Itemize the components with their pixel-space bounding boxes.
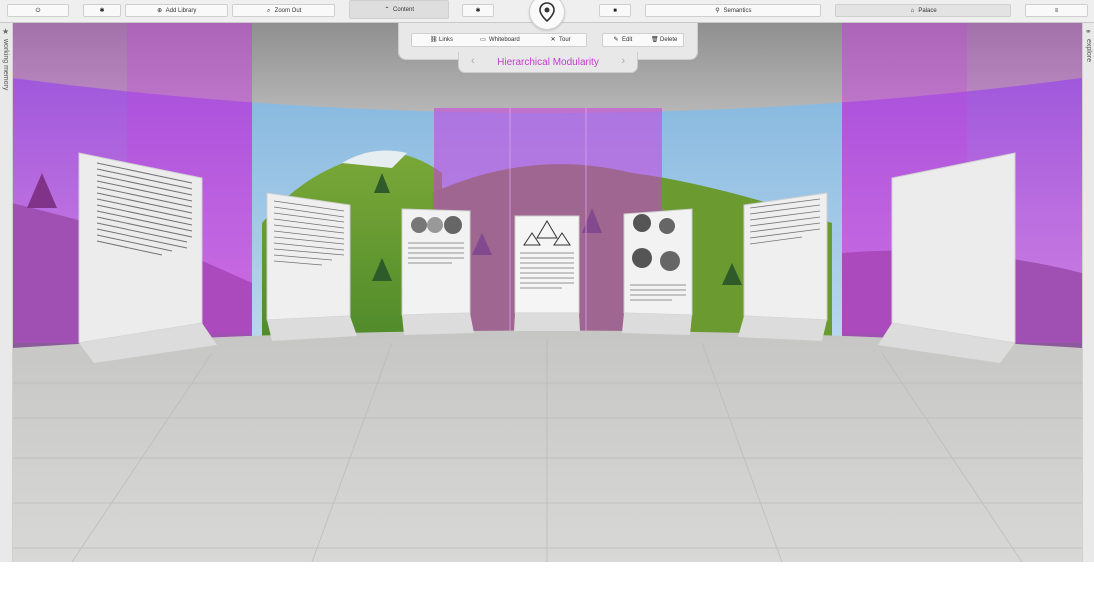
link-icon: ⛓ [430,37,438,43]
next-room-arrow[interactable]: › [621,55,625,67]
semantics-button[interactable]: ⚲ Semantics [645,4,821,17]
hamburger-icon: ≡ [1054,7,1059,14]
power-icon: ⏻ [35,7,41,14]
prev-room-arrow[interactable]: ‹ [471,55,475,67]
comment-icon: ■ [613,7,617,14]
palace-3d-view[interactable] [12,23,1082,562]
close-icon: ✕ [550,37,556,43]
star-icon: ★ [2,27,10,36]
links-button[interactable]: ⛓ Links [430,37,453,43]
semantics-label: Semantics [723,7,752,14]
document-panel-7[interactable] [878,152,1016,363]
search-icon: ⌕ [266,7,271,14]
add-library-label: Add Library [165,7,197,14]
edit-delete-group: ✎ Edit 🗑 Delete [602,33,684,47]
plus-circle-icon: ⊕ [157,7,163,14]
binoculars-icon: ⚭ [1085,27,1092,36]
room-title: Hierarchical Modularity [497,56,599,68]
add-library-button[interactable]: ⊕ Add Library [125,4,228,17]
whiteboard-label: Whiteboard [489,37,520,43]
delete-button[interactable]: 🗑 Delete [651,37,677,43]
whiteboard-button[interactable]: ▭ Whiteboard [480,37,520,43]
tour-label: Tour [559,37,571,43]
menu-button[interactable]: ≡ [1025,4,1088,17]
document-panel-4[interactable] [514,215,580,331]
palace-label: Palace [918,7,937,14]
map-marker-icon: ⚲ [715,7,720,14]
delete-label: Delete [660,37,678,43]
whiteboard-icon: ▭ [480,37,486,43]
gear-icon: ✱ [475,7,481,14]
document-panel-1[interactable] [78,152,217,363]
edit-icon: ✎ [613,37,619,43]
institution-icon: ⌂ [910,7,915,14]
edit-button[interactable]: ✎ Edit [613,37,632,43]
comment-button[interactable]: ■ [599,4,631,17]
edit-label: Edit [622,37,633,43]
chevron-up-icon: ⌃ [384,6,390,13]
document-panel-2[interactable] [266,192,357,341]
links-label: Links [439,37,454,43]
explore-label: explore [1085,39,1092,62]
power-button[interactable]: ⏻ [7,4,69,17]
document-panel-6[interactable] [738,192,828,341]
document-panel-5[interactable] [622,208,693,335]
content-button-group: ⛓ Links ▭ Whiteboard ✕ Tour [411,33,587,47]
trash-icon: 🗑 [651,37,659,43]
tour-button[interactable]: ✕ Tour [550,37,571,43]
working-memory-strip[interactable]: ★ working memory [0,23,13,562]
palace-button[interactable]: ⌂ Palace [835,4,1011,17]
options-button[interactable]: ✱ [462,4,494,17]
document-panel-3[interactable] [401,208,474,335]
gear-icon: ✱ [99,7,105,14]
room-title-tab: ‹ Hierarchical Modularity › [458,52,638,73]
explore-strip[interactable]: ⚭ explore [1082,23,1094,562]
zoom-out-label: Zoom Out [274,7,302,14]
palace-scene [12,23,1082,562]
zoom-out-button[interactable]: ⌕ Zoom Out [232,4,335,17]
content-label: Content [392,6,414,13]
content-button[interactable]: ⌃ Content [349,0,449,19]
map-pin-icon [539,2,555,22]
working-memory-label: working memory [2,39,9,91]
settings-button[interactable]: ✱ [83,4,121,17]
